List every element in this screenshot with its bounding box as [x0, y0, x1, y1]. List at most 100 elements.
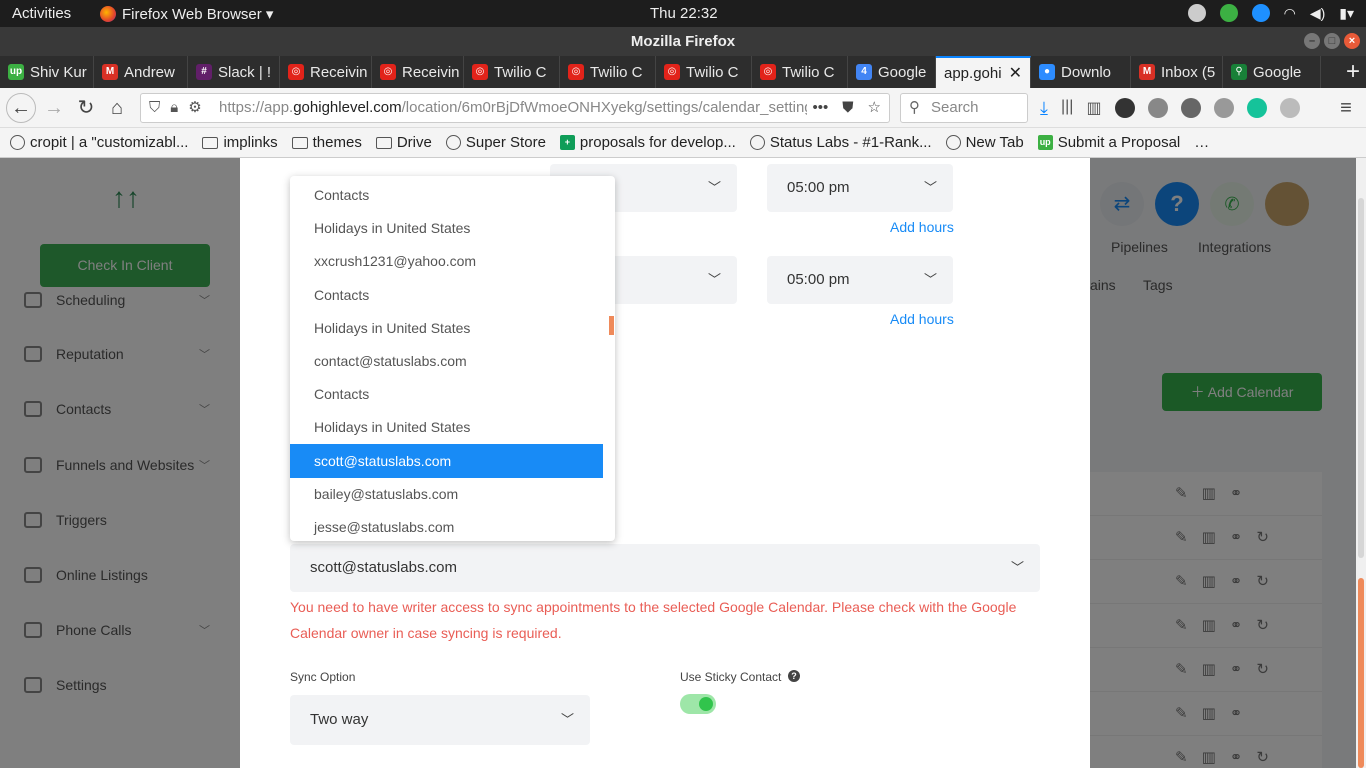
maximize-icon[interactable]: □	[1324, 33, 1340, 49]
tab-13[interactable]: ⚲ Google	[1223, 56, 1321, 88]
delete-icon[interactable]: ▥	[1202, 484, 1216, 502]
tab-tags[interactable]: Tags	[1143, 277, 1173, 293]
sync-icon[interactable]: ↻	[1256, 572, 1269, 590]
tab-pipelines[interactable]: Pipelines	[1111, 239, 1168, 255]
edit-icon[interactable]: ✎	[1175, 704, 1188, 722]
scrollbar-thumb[interactable]	[1358, 198, 1364, 558]
sidebar-item-triggers[interactable]: Triggers	[24, 508, 214, 532]
home-button[interactable]: ⌂	[103, 94, 131, 122]
end-time-select[interactable]: 05:00 pm ﹀	[767, 164, 953, 212]
add-calendar-button[interactable]: ＋ Add Calendar	[1162, 373, 1322, 411]
minimize-icon[interactable]: –	[1304, 33, 1320, 49]
sidebar-item-reputation[interactable]: Reputation ﹀	[24, 342, 214, 366]
pocket-icon[interactable]: ⛊	[842, 94, 853, 122]
dropdown-option[interactable]: Holidays in United States	[290, 311, 603, 345]
sync-option-select[interactable]: Two way ﹀	[290, 695, 590, 745]
skype-icon[interactable]	[1251, 4, 1270, 22]
wifi-icon[interactable]: ◠	[1284, 5, 1296, 22]
tab-5[interactable]: ◎ Twilio C	[464, 56, 560, 88]
dropdown-option[interactable]: contact@statuslabs.com	[290, 344, 603, 378]
extension-icon[interactable]	[1147, 98, 1168, 118]
edit-icon[interactable]: ✎	[1175, 660, 1188, 678]
edit-icon[interactable]: ✎	[1175, 748, 1188, 766]
menu-icon[interactable]: ≡	[1332, 94, 1360, 122]
dropdown-option[interactable]: Contacts	[290, 278, 603, 312]
upwork-icon[interactable]	[1219, 4, 1238, 22]
extension-icon[interactable]	[1279, 98, 1300, 118]
delete-icon[interactable]: ▥	[1202, 704, 1216, 722]
sidebar-icon[interactable]: ▥	[1086, 98, 1101, 119]
bookmark-item[interactable]: New Tab	[945, 134, 1024, 151]
add-hours-link[interactable]: Add hours	[890, 311, 954, 327]
tab-domains[interactable]: ains	[1090, 277, 1116, 293]
extension-icon[interactable]	[1114, 98, 1135, 118]
delete-icon[interactable]: ▥	[1202, 572, 1216, 590]
dropdown-scrollbar[interactable]	[609, 316, 614, 335]
delete-icon[interactable]: ▥	[1202, 528, 1216, 546]
sync-icon[interactable]: ↻	[1256, 660, 1269, 678]
dropdown-option[interactable]: Holidays in United States	[290, 211, 603, 245]
help-icon[interactable]: ?	[788, 670, 800, 682]
url-bar[interactable]: ⛉ 🔒︎ ⚙ https://app.gohighlevel.com/locat…	[140, 93, 890, 123]
link-icon[interactable]: ⚭	[1230, 528, 1243, 546]
bookmark-star-icon[interactable]: ☆	[868, 94, 881, 122]
bookmark-item[interactable]: up Submit a Proposal	[1037, 134, 1180, 151]
dropdown-option[interactable]: jesse@statuslabs.com	[290, 510, 603, 541]
sidebar-item-funnels-and-websites[interactable]: Funnels and Websites ﹀	[24, 453, 214, 477]
scrollbar-thumb-active[interactable]	[1358, 578, 1364, 768]
close-tab-icon[interactable]: ✕	[1009, 63, 1022, 83]
tab-0[interactable]: up Shiv Kur	[0, 56, 94, 88]
sticky-contact-toggle[interactable]	[680, 694, 716, 714]
grammarly-icon[interactable]	[1246, 98, 1267, 118]
sync-icon[interactable]: ↻	[1256, 616, 1269, 634]
dropdown-option[interactable]: Contacts	[290, 377, 603, 411]
link-icon[interactable]: ⚭	[1230, 748, 1243, 766]
check-in-client-button[interactable]: Check In Client	[40, 244, 210, 287]
tab-integrations[interactable]: Integrations	[1198, 239, 1271, 255]
edit-icon[interactable]: ✎	[1175, 616, 1188, 634]
tab-10[interactable]: app.gohi ✕	[936, 56, 1031, 88]
reload-button[interactable]: ↻	[72, 94, 100, 122]
new-tab-icon[interactable]: +	[1346, 58, 1360, 86]
phone-icon[interactable]: ✆	[1210, 182, 1254, 226]
dropdown-option[interactable]: xxcrush1231@yahoo.com	[290, 244, 603, 278]
sync-icon[interactable]: ↻	[1256, 528, 1269, 546]
bookmark-item[interactable]: + proposals for develop...	[559, 134, 736, 151]
delete-icon[interactable]: ▥	[1202, 616, 1216, 634]
add-hours-link[interactable]: Add hours	[890, 219, 954, 235]
app-menu[interactable]: Firefox Web Browser ▾	[100, 5, 273, 23]
sidebar-item-phone-calls[interactable]: Phone Calls ﹀	[24, 618, 214, 642]
volume-icon[interactable]: ◀)	[1310, 5, 1325, 22]
sidebar-item-online-listings[interactable]: Online Listings	[24, 563, 214, 587]
dropdown-option[interactable]: Contacts	[290, 178, 603, 212]
avatar[interactable]	[1265, 182, 1309, 226]
search-input[interactable]: ⚲ Search	[900, 93, 1028, 123]
logo-icon[interactable]: ↑↑	[112, 182, 140, 214]
sidebar-item-scheduling[interactable]: Scheduling ﹀	[24, 288, 214, 312]
bookmark-item[interactable]: Drive	[375, 134, 432, 151]
tab-6[interactable]: ◎ Twilio C	[560, 56, 656, 88]
activities-button[interactable]: Activities	[12, 5, 71, 22]
tab-8[interactable]: ◎ Twilio C	[752, 56, 848, 88]
delete-icon[interactable]: ▥	[1202, 660, 1216, 678]
end-time-select[interactable]: 05:00 pm ﹀	[767, 256, 953, 304]
bookmark-item[interactable]: implinks	[202, 134, 278, 151]
help-icon[interactable]: ?	[1155, 182, 1199, 226]
switch-icon[interactable]: ⇄	[1100, 182, 1144, 226]
tab-9[interactable]: 4 Google	[848, 56, 936, 88]
sidebar-item-contacts[interactable]: Contacts ﹀	[24, 397, 214, 421]
account-icon[interactable]	[1180, 98, 1201, 118]
lock-icon[interactable]: 🔒︎	[170, 94, 178, 122]
link-icon[interactable]: ⚭	[1230, 484, 1243, 502]
sync-icon[interactable]: ↻	[1256, 748, 1269, 766]
bookmark-item[interactable]: cropit | a "customizabl...	[10, 134, 188, 151]
battery-icon[interactable]: ▮▾	[1339, 5, 1354, 22]
edit-icon[interactable]: ✎	[1175, 528, 1188, 546]
link-icon[interactable]: ⚭	[1230, 660, 1243, 678]
downloads-icon[interactable]: ⤓	[1040, 98, 1048, 119]
tab-2[interactable]: # Slack | !	[188, 56, 280, 88]
tab-11[interactable]: ● Downlo	[1031, 56, 1131, 88]
tab-4[interactable]: ◎ Receivin	[372, 56, 464, 88]
app-indicator-icon[interactable]	[1187, 4, 1206, 22]
tab-7[interactable]: ◎ Twilio C	[656, 56, 752, 88]
